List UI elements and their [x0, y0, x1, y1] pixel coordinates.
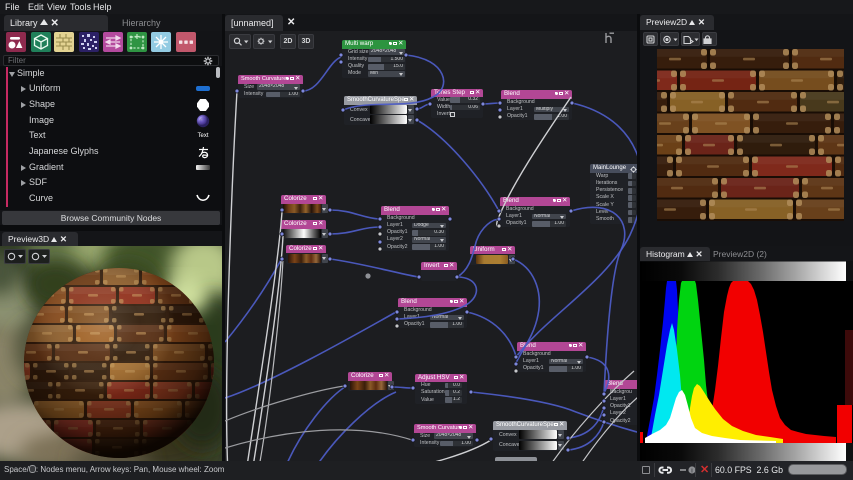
svg-text:i: i: [691, 467, 692, 474]
